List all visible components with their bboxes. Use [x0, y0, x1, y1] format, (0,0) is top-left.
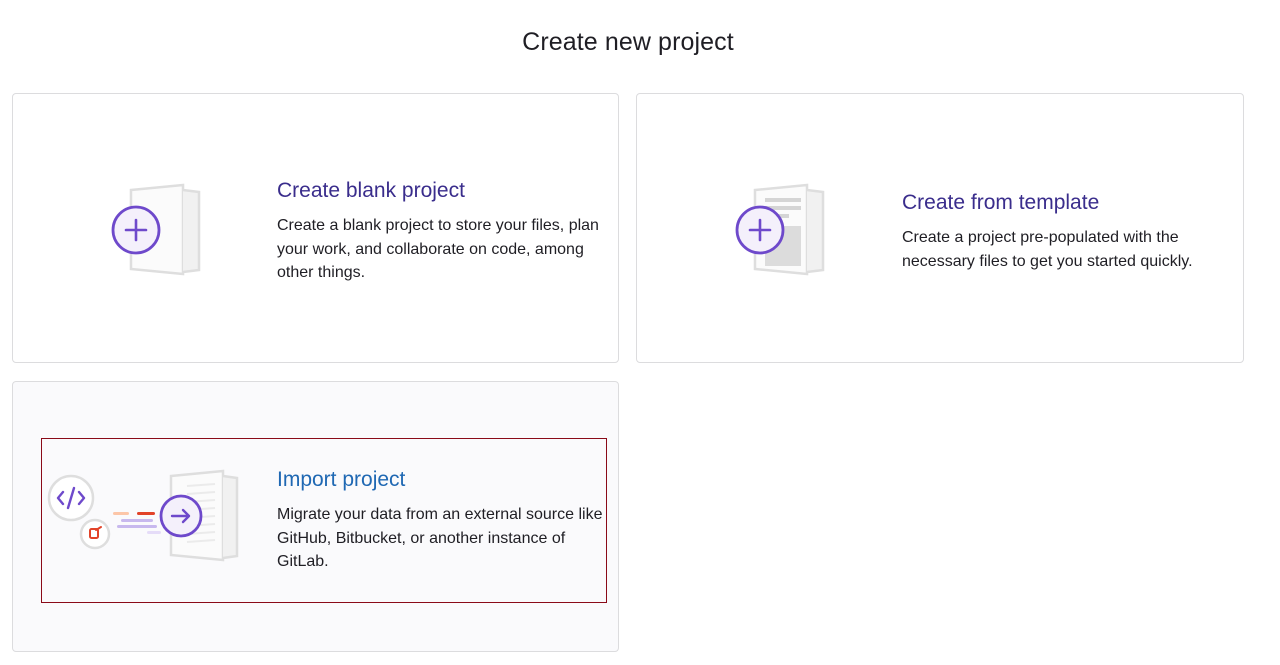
page-title: Create new project — [522, 28, 734, 56]
create-from-template-title[interactable]: Create from template — [902, 190, 1222, 216]
import-project-description: Migrate your data from an external sourc… — [277, 506, 603, 570]
create-from-template-card[interactable]: Create from template Create a project pr… — [636, 93, 1244, 363]
import-project-illustration-icon — [47, 468, 247, 564]
import-project-title[interactable]: Import project — [277, 467, 612, 493]
template-project-illustration-icon — [721, 182, 831, 278]
import-project-card[interactable]: Import project Migrate your data from an… — [12, 381, 619, 652]
create-blank-project-card[interactable]: Create blank project Create a blank proj… — [12, 93, 619, 363]
new-blank-project-illustration-icon — [97, 182, 207, 278]
new-project-page: Create new project Create blank project … — [0, 0, 1280, 665]
template-card-text: Create from template Create a project pr… — [902, 190, 1222, 273]
import-card-text: Import project Migrate your data from an… — [277, 467, 612, 574]
blank-card-text: Create blank project Create a blank proj… — [277, 178, 607, 285]
create-blank-project-description: Create a blank project to store your fil… — [277, 217, 599, 281]
create-from-template-description: Create a project pre-populated with the … — [902, 229, 1193, 270]
create-blank-project-title[interactable]: Create blank project — [277, 178, 607, 204]
